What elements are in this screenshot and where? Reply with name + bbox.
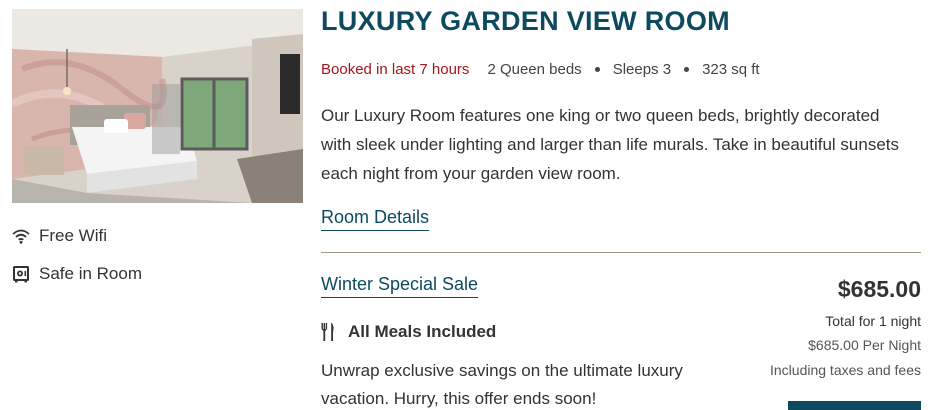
- utensils-icon: [321, 321, 341, 343]
- room-description: Our Luxury Room features one king or two…: [321, 106, 900, 183]
- booked-recently-badge: Booked in last 7 hours: [321, 61, 470, 78]
- separator-dot: [684, 67, 690, 72]
- amenity-label: Free Wifi: [39, 226, 107, 245]
- price-taxes-note: Including taxes and fees: [770, 362, 921, 378]
- separator-dot: [594, 67, 600, 72]
- room-title: LUXURY GARDEN VIEW ROOM: [321, 6, 730, 36]
- room-photo-image: [12, 9, 303, 203]
- divider: [321, 252, 921, 253]
- beds-info: 2 Queen beds: [487, 61, 582, 78]
- amenity-free-wifi: Free Wifi: [10, 224, 300, 248]
- room-details-link[interactable]: Room Details: [321, 207, 430, 231]
- wifi-icon: [10, 226, 32, 246]
- price-amount: $685.00: [837, 276, 921, 302]
- amenities-list: Free Wifi Safe in Room: [10, 224, 300, 300]
- meals-label: All Meals Included: [348, 322, 497, 341]
- safe-icon: [10, 264, 32, 284]
- offer-name-link[interactable]: Winter Special Sale: [321, 274, 479, 298]
- room-meta: Booked in last 7 hours 2 Queen beds Slee…: [321, 61, 760, 78]
- meals-info: All Meals Included: [321, 321, 496, 343]
- price-per-night: $685.00 Per Night: [808, 337, 921, 353]
- sleeps-info: Sleeps 3: [612, 61, 672, 78]
- offer-description: Unwrap exclusive savings on the ultimate…: [321, 361, 683, 408]
- amenity-label: Safe in Room: [39, 264, 142, 283]
- size-info: 323 sq ft: [702, 61, 760, 78]
- room-photo[interactable]: [12, 9, 303, 203]
- amenity-safe-in-room: Safe in Room: [10, 262, 300, 286]
- price-total-label: Total for 1 night: [825, 313, 921, 329]
- select-offer-button[interactable]: [788, 401, 921, 410]
